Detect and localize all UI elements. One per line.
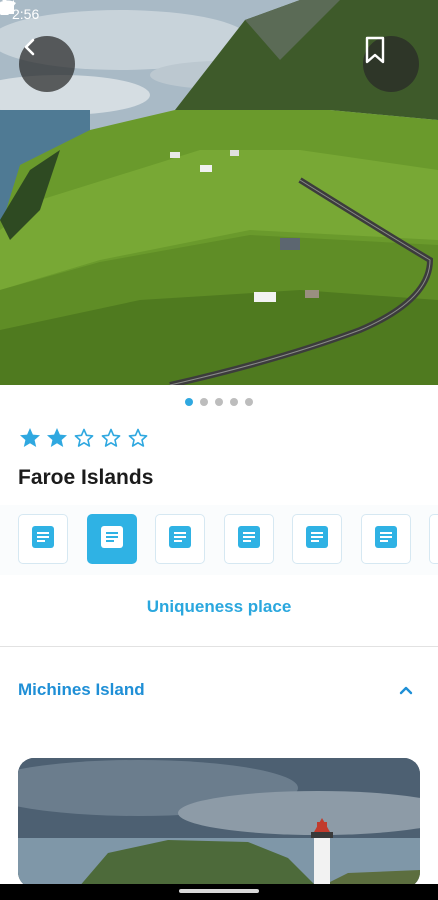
category-tab[interactable] bbox=[292, 514, 342, 564]
star-outline-icon bbox=[99, 426, 123, 450]
place-title: Faroe Islands bbox=[18, 466, 154, 489]
carousel-dot[interactable] bbox=[245, 398, 253, 406]
lighthouse-illustration bbox=[18, 758, 420, 888]
star-filled-icon bbox=[45, 426, 69, 450]
island-image-card[interactable] bbox=[18, 758, 420, 888]
document-icon bbox=[167, 524, 193, 555]
category-tab-active[interactable] bbox=[87, 514, 137, 564]
document-icon bbox=[99, 524, 125, 555]
category-tab[interactable] bbox=[18, 514, 68, 564]
carousel-dot[interactable] bbox=[215, 398, 223, 406]
divider bbox=[0, 646, 438, 647]
category-tab[interactable] bbox=[429, 514, 438, 564]
document-icon bbox=[373, 524, 399, 555]
hero-image: 2:56 bbox=[0, 0, 438, 385]
category-tab[interactable] bbox=[155, 514, 205, 564]
category-tab[interactable] bbox=[361, 514, 411, 564]
status-time: 2:56 bbox=[12, 6, 40, 22]
carousel-indicator bbox=[0, 398, 438, 406]
carousel-dot[interactable] bbox=[230, 398, 238, 406]
carousel-dot[interactable] bbox=[200, 398, 208, 406]
star-outline-icon bbox=[72, 426, 96, 450]
document-icon bbox=[304, 524, 330, 555]
carousel-dot[interactable] bbox=[185, 398, 193, 406]
section-header-title[interactable]: Michines Island bbox=[18, 680, 145, 700]
home-gesture-handle[interactable] bbox=[179, 889, 259, 893]
uniqueness-place-link[interactable]: Uniqueness place bbox=[0, 597, 438, 617]
category-tab[interactable] bbox=[224, 514, 274, 564]
star-rating bbox=[18, 426, 150, 450]
category-tab-row[interactable] bbox=[0, 505, 438, 575]
bookmark-button[interactable] bbox=[363, 36, 419, 92]
back-button[interactable] bbox=[19, 36, 75, 92]
document-icon bbox=[30, 524, 56, 555]
chevron-up-icon[interactable] bbox=[396, 680, 416, 700]
star-outline-icon bbox=[126, 426, 150, 450]
star-filled-icon bbox=[18, 426, 42, 450]
document-icon bbox=[236, 524, 262, 555]
status-bar: 2:56 bbox=[0, 0, 438, 28]
